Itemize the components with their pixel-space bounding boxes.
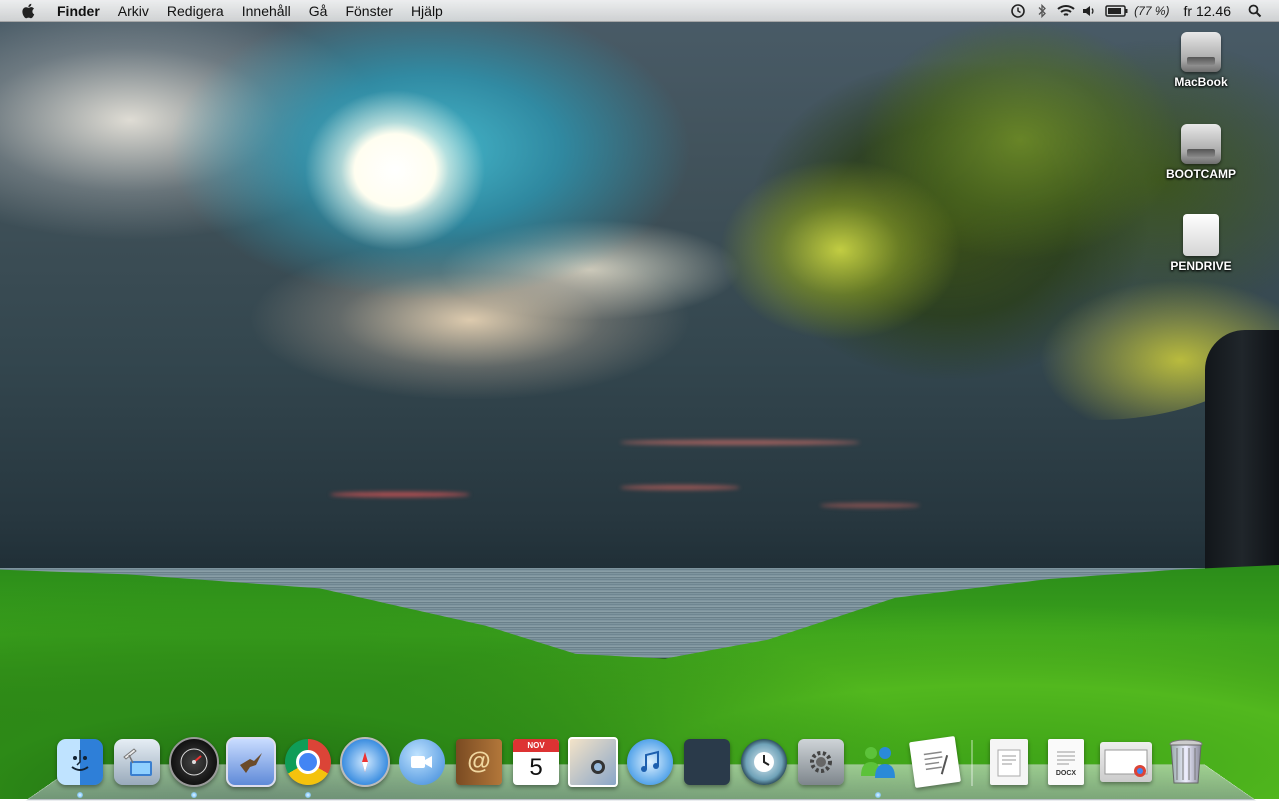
dock-chrome-window[interactable] bbox=[1098, 736, 1154, 788]
desktop-icon-bootcamp[interactable]: BOOTCAMP bbox=[1156, 124, 1246, 181]
mail-stamp-eagle-icon bbox=[226, 737, 276, 787]
desktop-wallpaper bbox=[0, 0, 1279, 799]
dock-document-file[interactable] bbox=[984, 736, 1034, 788]
time-machine-dock-icon bbox=[741, 739, 787, 785]
document-file-icon bbox=[990, 739, 1028, 785]
dock-safari[interactable] bbox=[340, 736, 390, 788]
menu-redigera[interactable]: Redigera bbox=[158, 3, 233, 19]
volume-icon[interactable] bbox=[1080, 2, 1100, 20]
desktop-icon-label: BOOTCAMP bbox=[1166, 167, 1236, 181]
menu-innehall[interactable]: Innehåll bbox=[233, 3, 300, 19]
usb-drive-icon bbox=[1183, 214, 1219, 256]
dock-separator bbox=[971, 740, 973, 786]
dock-docx-file[interactable]: DOCX bbox=[1041, 736, 1091, 788]
time-machine-icon[interactable] bbox=[1008, 2, 1028, 20]
dock-network[interactable] bbox=[112, 736, 162, 788]
running-indicator bbox=[305, 792, 311, 798]
dock-itunes[interactable] bbox=[625, 736, 675, 788]
bluetooth-icon[interactable] bbox=[1032, 2, 1052, 20]
trash-can-icon bbox=[1163, 739, 1209, 785]
ical-calendar-icon: NOV 5 bbox=[513, 739, 559, 785]
network-satellite-icon bbox=[114, 739, 160, 785]
hard-drive-icon bbox=[1181, 124, 1221, 164]
spotlight-search-icon[interactable] bbox=[1245, 2, 1265, 20]
running-indicator bbox=[191, 792, 197, 798]
sunset-streak bbox=[330, 492, 470, 497]
menu-clock[interactable]: fr 12.46 bbox=[1184, 3, 1231, 19]
sunset-streak bbox=[820, 503, 920, 508]
menu-hjalp[interactable]: Hjälp bbox=[402, 3, 452, 19]
menu-fonster[interactable]: Fönster bbox=[336, 3, 401, 19]
desktop-icon-pendrive[interactable]: PENDRIVE bbox=[1156, 214, 1246, 273]
msn-buddies-icon bbox=[855, 739, 901, 785]
menu-arkiv[interactable]: Arkiv bbox=[109, 3, 158, 19]
ical-day: 5 bbox=[529, 754, 543, 781]
dashboard-gauge-icon bbox=[169, 737, 219, 787]
chrome-logo-icon bbox=[285, 739, 331, 785]
apple-logo-icon[interactable] bbox=[20, 2, 36, 20]
iphoto-icon bbox=[568, 737, 618, 787]
dock-chrome[interactable] bbox=[283, 736, 333, 798]
hard-drive-icon bbox=[1181, 32, 1221, 72]
dock-ichat[interactable] bbox=[397, 736, 447, 788]
finder-icon bbox=[57, 739, 103, 785]
dock-finder[interactable] bbox=[55, 736, 105, 798]
chrome-window-icon bbox=[1100, 742, 1152, 782]
preview-document-icon bbox=[909, 736, 961, 788]
battery-icon[interactable] bbox=[1104, 2, 1130, 20]
sunset-streak bbox=[620, 485, 740, 490]
spaces-grid-icon bbox=[684, 739, 730, 785]
dock-trash[interactable] bbox=[1161, 736, 1211, 788]
desktop-icon-label: PENDRIVE bbox=[1170, 259, 1232, 273]
dock-preview[interactable] bbox=[909, 736, 961, 788]
menu-finder[interactable]: Finder bbox=[48, 3, 109, 19]
dock-spaces[interactable] bbox=[682, 736, 732, 788]
sunset-streak bbox=[620, 440, 860, 445]
menu-ga[interactable]: Gå bbox=[300, 3, 337, 19]
wifi-icon[interactable] bbox=[1056, 2, 1076, 20]
dock-ical[interactable]: NOV 5 bbox=[511, 736, 561, 788]
dock-dashboard[interactable] bbox=[169, 736, 219, 798]
gear-icon bbox=[798, 739, 844, 785]
running-indicator bbox=[875, 792, 881, 798]
tree-trunk bbox=[1205, 330, 1279, 570]
dock-iphoto[interactable] bbox=[568, 736, 618, 788]
battery-percent: (77 %) bbox=[1134, 3, 1170, 18]
dock-system-preferences[interactable] bbox=[796, 736, 846, 788]
dock: @ NOV 5 DOCX bbox=[55, 728, 1211, 798]
itunes-note-icon bbox=[627, 739, 673, 785]
ichat-video-icon bbox=[399, 739, 445, 785]
desktop-icon-label: MacBook bbox=[1174, 75, 1228, 89]
running-indicator bbox=[77, 792, 83, 798]
status-area: (77 %) fr 12.46 bbox=[1006, 2, 1279, 20]
docx-label: DOCX bbox=[1055, 769, 1077, 777]
dock-time-machine[interactable] bbox=[739, 736, 789, 788]
dock-address-book[interactable]: @ bbox=[454, 736, 504, 788]
docx-document-icon: DOCX bbox=[1048, 739, 1084, 785]
safari-compass-icon bbox=[340, 737, 390, 787]
menu-bar: Finder Arkiv Redigera Innehåll Gå Fönste… bbox=[0, 0, 1279, 22]
address-book-icon: @ bbox=[456, 739, 502, 785]
dock-msn-messenger[interactable] bbox=[853, 736, 903, 798]
ical-month: NOV bbox=[513, 739, 559, 752]
dock-mail[interactable] bbox=[226, 736, 276, 788]
desktop-icon-macbook[interactable]: MacBook bbox=[1156, 32, 1246, 89]
